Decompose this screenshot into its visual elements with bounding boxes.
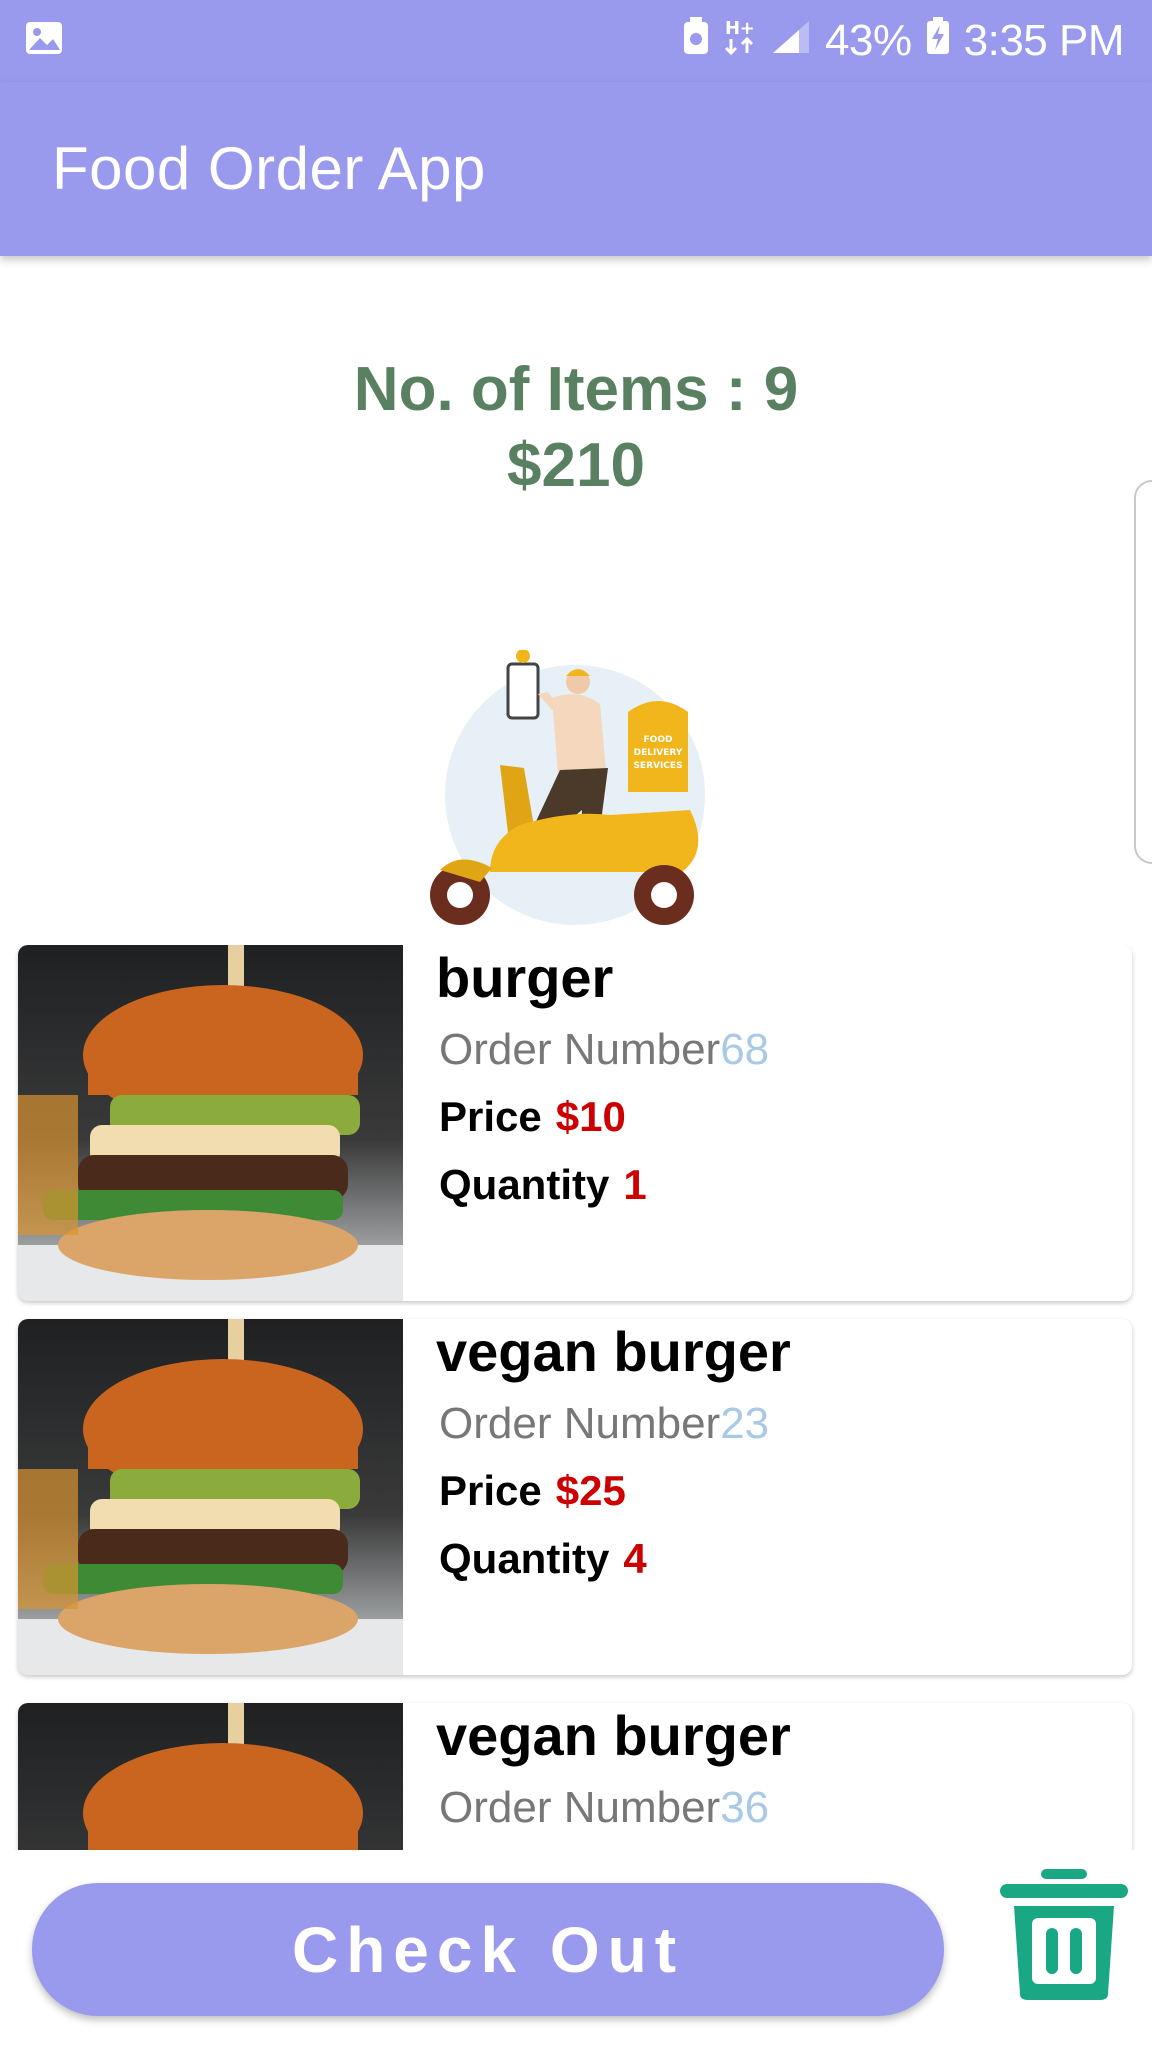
item-name: burger — [436, 946, 614, 1009]
edge-panel-handle[interactable] — [1134, 480, 1152, 864]
quantity-row: Quantity 4 — [439, 1535, 647, 1583]
battery-charging-icon — [926, 16, 950, 66]
quantity-value: 4 — [623, 1535, 647, 1582]
quantity-value: 1 — [623, 1161, 647, 1208]
order-number-row: Order Number36 — [439, 1783, 769, 1833]
delivery-scooter-illustration: FOOD DELIVERY SERVICES — [420, 649, 730, 940]
order-number-value: 36 — [720, 1783, 770, 1832]
order-card[interactable]: vegan burger Order Number23 Price $25 Qua… — [18, 1319, 1132, 1675]
order-number-row: Order Number23 — [439, 1399, 769, 1449]
gallery-icon — [24, 20, 64, 61]
order-number-label: Order Number — [439, 1783, 721, 1832]
price-value: $25 — [555, 1467, 626, 1514]
signal-icon — [771, 16, 811, 66]
item-name: vegan burger — [436, 1704, 791, 1767]
price-label: Price — [439, 1093, 542, 1140]
app-title: Food Order App — [52, 135, 486, 202]
price-row: Price $25 — [439, 1467, 626, 1515]
order-number-value: 23 — [720, 1399, 770, 1448]
order-number-value: 68 — [720, 1025, 770, 1074]
quantity-label: Quantity — [439, 1161, 610, 1208]
sign-line-2: DELIVERY — [634, 748, 683, 758]
checkout-button[interactable]: Check Out — [32, 1883, 944, 2016]
sign-line-1: FOOD — [644, 735, 673, 745]
order-card[interactable]: burger Order Number68 Price $10 Quantity 1 — [18, 945, 1132, 1301]
item-name: vegan burger — [436, 1320, 791, 1383]
price-label: Price — [439, 1467, 542, 1514]
order-card[interactable]: vegan burger Order Number36 — [18, 1703, 1132, 1850]
quantity-label: Quantity — [439, 1535, 610, 1582]
order-summary: No. of Items : 9 $210 — [0, 352, 1152, 504]
price-row: Price $10 — [439, 1093, 626, 1141]
status-time: 3:35 PM — [963, 16, 1125, 65]
order-number-row: Order Number68 — [439, 1025, 769, 1075]
trash-icon[interactable] — [996, 1866, 1132, 2002]
price-value: $10 — [555, 1093, 626, 1140]
burger-image — [18, 945, 403, 1301]
burger-image — [18, 1703, 403, 1850]
h-plus-data-icon: H+ — [723, 16, 757, 66]
quantity-row: Quantity 1 — [439, 1161, 647, 1209]
order-list[interactable]: burger Order Number68 Price $10 Quantity 1 — [0, 945, 1152, 1850]
battery-percent: 43% — [825, 16, 912, 65]
svg-text:H+: H+ — [725, 18, 754, 39]
total-price: $210 — [507, 431, 645, 500]
media-icon — [683, 16, 709, 66]
status-icons: H+ 43% 3:35 PM — [683, 12, 1125, 70]
order-number-label: Order Number — [439, 1399, 721, 1448]
burger-image — [18, 1319, 403, 1675]
items-count: No. of Items : 9 — [353, 355, 799, 424]
status-bar: H+ 43% 3:35 PM — [0, 0, 1152, 82]
order-number-label: Order Number — [439, 1025, 721, 1074]
sign-line-3: SERVICES — [633, 761, 682, 771]
app-bar: Food Order App — [0, 82, 1152, 256]
